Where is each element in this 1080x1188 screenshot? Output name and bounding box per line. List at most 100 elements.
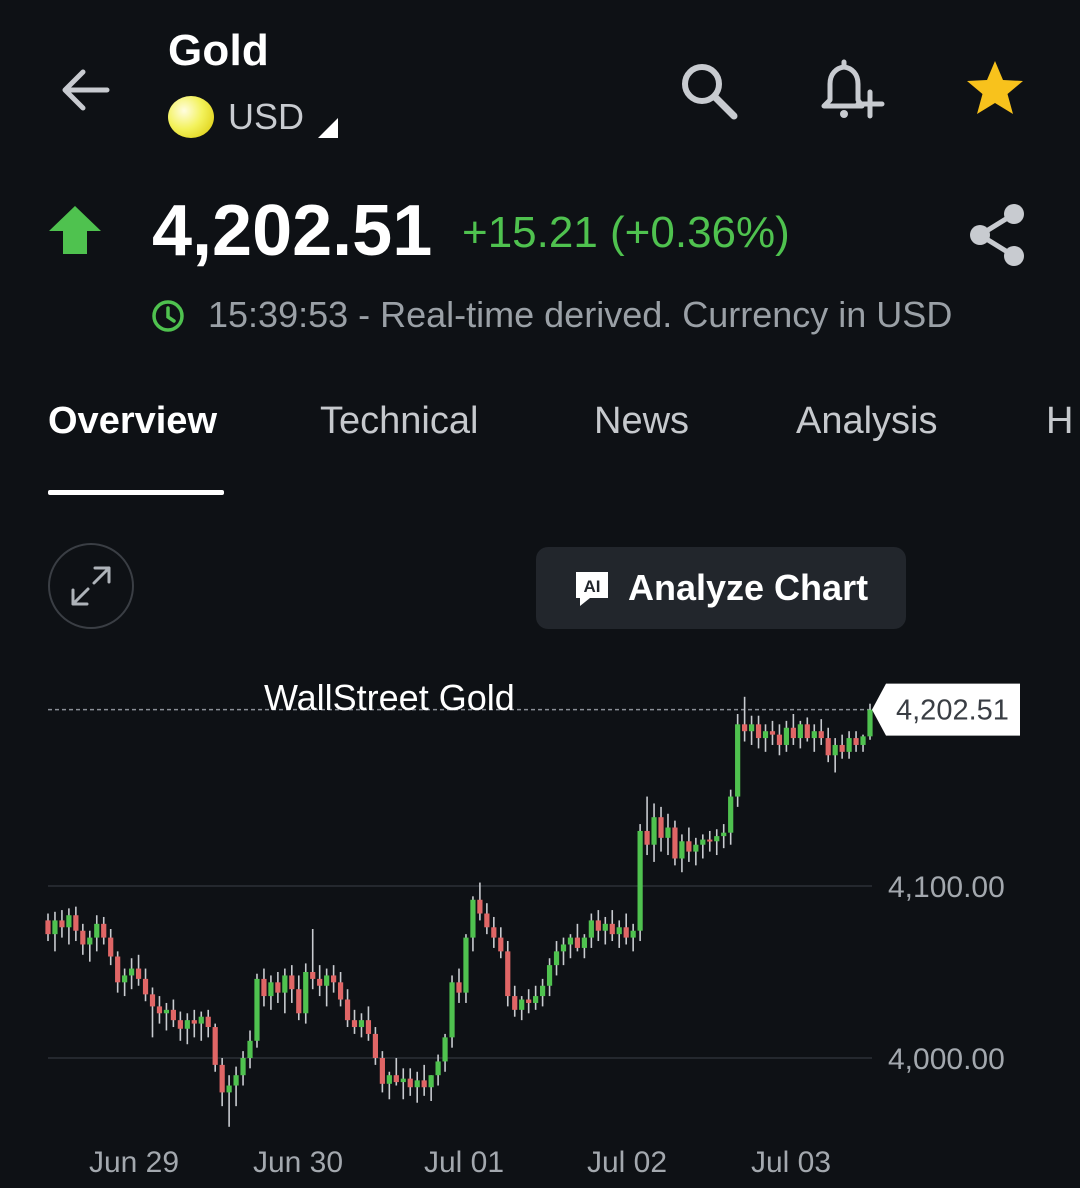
search-button[interactable] [672, 54, 744, 126]
favorite-button[interactable] [962, 56, 1028, 122]
candle [693, 837, 699, 866]
candle-body [672, 827, 678, 859]
candle-body [630, 930, 636, 938]
candle-body [693, 844, 699, 852]
candle [546, 958, 553, 997]
candle-body [470, 899, 476, 938]
candle-body [686, 841, 692, 852]
candle [505, 941, 511, 1007]
candle [477, 882, 483, 921]
price-chart[interactable]: WallStreet Gold 4,100.004,000.00 Jun 29 J… [0, 660, 1080, 1188]
tab-technical[interactable]: Technical [320, 400, 478, 443]
candle [498, 927, 504, 959]
candle [742, 696, 748, 742]
x-tick-label: Jun 30 [253, 1146, 343, 1179]
candle [560, 937, 567, 966]
candle-body [170, 1009, 176, 1021]
candle-body [526, 999, 532, 1003]
x-axis: Jun 29 Jun 30 Jul 01 Jul 02 Jul 03 [89, 1146, 831, 1179]
add-alert-button[interactable] [812, 54, 888, 126]
currency-label[interactable]: USD [228, 96, 304, 138]
candle [233, 1066, 239, 1107]
candle-body [142, 978, 149, 995]
arrow-left-icon [62, 69, 110, 111]
candle-body [80, 930, 86, 945]
candle-body [421, 1080, 427, 1088]
candle-body [755, 724, 762, 739]
tab-partial[interactable]: H [1046, 400, 1073, 443]
candle-body [149, 994, 156, 1007]
share-button[interactable] [962, 200, 1032, 270]
candle-body [658, 817, 664, 838]
candle-body [742, 724, 748, 732]
candle-body [818, 731, 824, 739]
candle [156, 996, 163, 1024]
candle-body [539, 985, 546, 997]
candle [714, 829, 720, 856]
candle [247, 1030, 253, 1069]
candle [101, 916, 107, 945]
tab-news[interactable]: News [594, 400, 689, 443]
candle-body [602, 923, 608, 931]
candle-body [219, 1064, 225, 1093]
candle-body [860, 736, 866, 745]
candle [484, 903, 490, 935]
back-button[interactable] [52, 58, 116, 122]
star-icon [967, 61, 1023, 114]
candle-body [790, 727, 796, 739]
candle-body [73, 915, 79, 931]
candle [66, 908, 72, 945]
candle [115, 951, 121, 993]
candle-body [651, 817, 657, 845]
candle-body [804, 724, 810, 739]
candle [860, 734, 866, 752]
candle-body [52, 920, 58, 935]
caret-down-icon[interactable] [318, 118, 338, 138]
candle [616, 920, 622, 948]
candle-body [108, 937, 114, 957]
candle-body [595, 920, 601, 931]
candle [268, 975, 274, 1010]
candle [811, 724, 817, 752]
candle-body [254, 978, 260, 1041]
candle [414, 1071, 420, 1103]
candle-body [101, 923, 107, 938]
candle-body [212, 1027, 218, 1065]
candle [351, 1009, 358, 1034]
analyze-chart-button[interactable]: AI Analyze Chart [536, 547, 906, 629]
candle [296, 975, 302, 1021]
candle-body [191, 1020, 197, 1024]
candle [149, 987, 156, 1038]
candle-body [240, 1058, 246, 1076]
candle [442, 1033, 448, 1072]
candle [435, 1054, 441, 1086]
candle [45, 913, 51, 942]
candle [769, 720, 776, 745]
candle [735, 714, 741, 807]
candle-body [588, 920, 594, 938]
candle [776, 724, 783, 756]
candle [588, 913, 594, 948]
candle-body [463, 937, 469, 993]
candle [386, 1071, 392, 1100]
tab-overview[interactable]: Overview [48, 400, 217, 443]
candle-body [428, 1075, 434, 1088]
candle [310, 929, 316, 990]
candle [108, 929, 114, 966]
candle [428, 1075, 434, 1101]
candle-body [198, 1016, 204, 1024]
ai-chat-icon: AI [576, 572, 608, 606]
candle [324, 968, 330, 1007]
candle [602, 916, 608, 945]
candle [574, 923, 581, 952]
candle-body [679, 841, 685, 859]
tab-analysis[interactable]: Analysis [796, 400, 938, 443]
expand-chart-button[interactable] [48, 543, 134, 629]
candle [470, 896, 476, 952]
candle-body [567, 937, 574, 945]
page-title: Gold [168, 26, 270, 75]
candle-body [87, 937, 93, 945]
candle [407, 1068, 413, 1096]
candle [135, 954, 142, 986]
candle-body [94, 923, 100, 938]
